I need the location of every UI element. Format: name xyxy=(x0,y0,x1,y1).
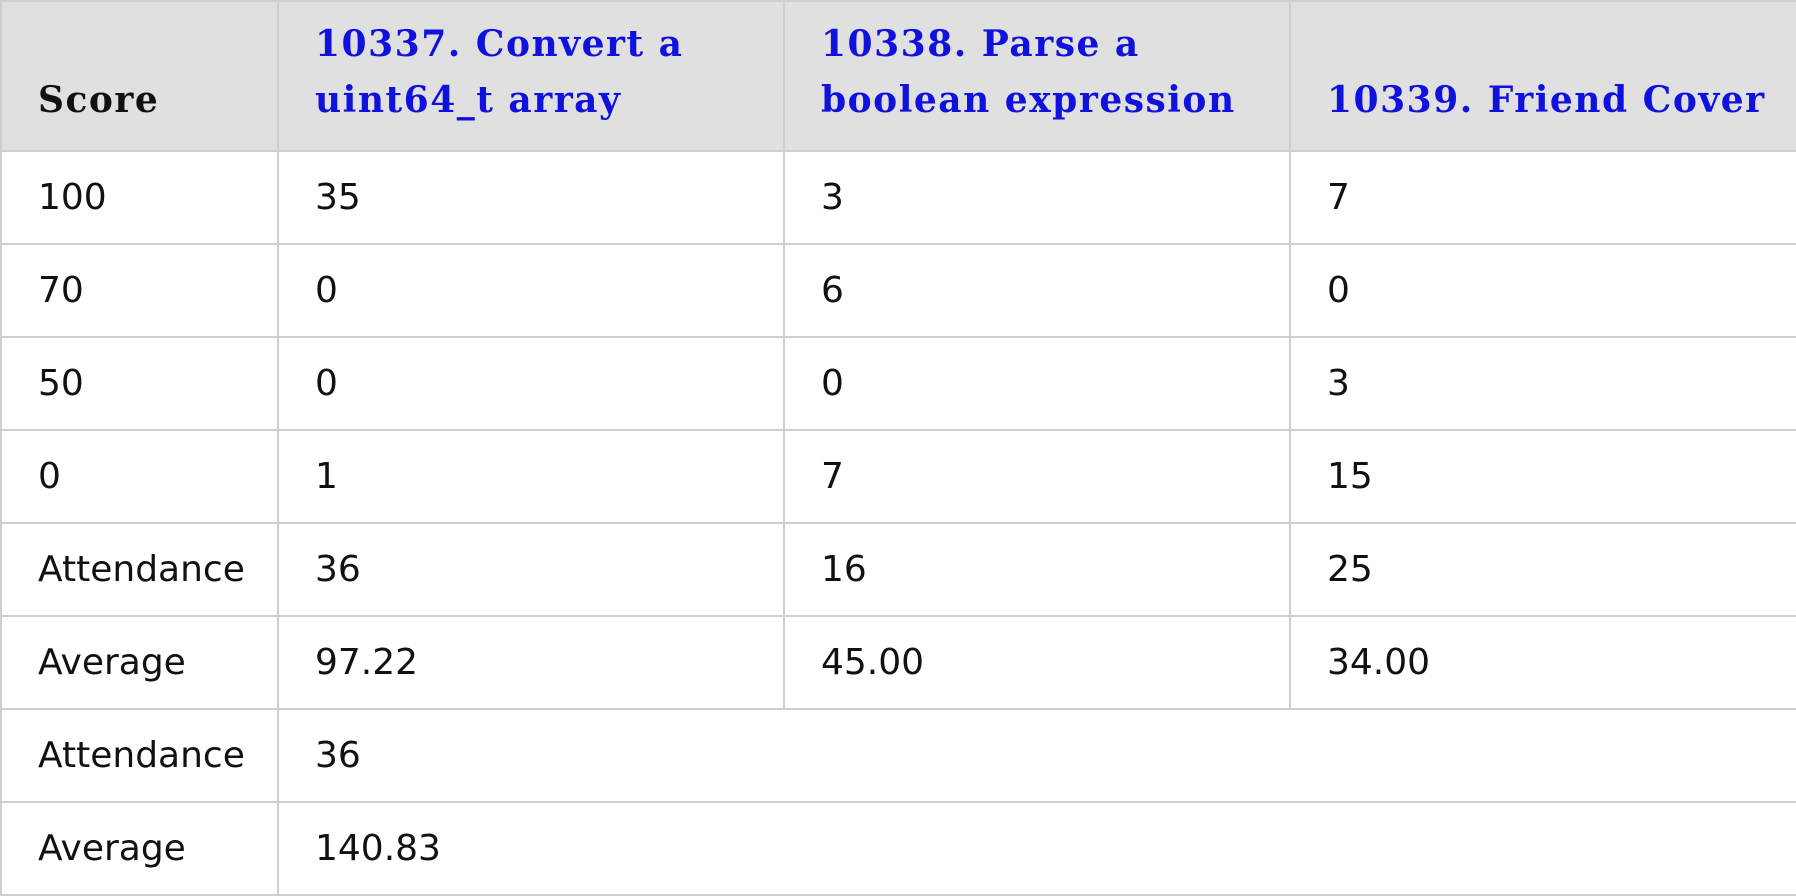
cell-value: 0 xyxy=(277,336,785,431)
summary-value: 36 xyxy=(277,708,1796,803)
cell-value: 34.00 xyxy=(1289,615,1796,710)
summary-label: Attendance xyxy=(0,708,279,803)
cell-value: 3 xyxy=(1289,336,1796,431)
problem-10339-header: 10339. Friend Cover xyxy=(1289,0,1796,152)
cell-value: 35 xyxy=(277,150,785,245)
score-column-header: Score xyxy=(0,0,279,152)
cell-value: 45.00 xyxy=(783,615,1291,710)
problem-10338-link[interactable]: 10338. Parse a boolean expression xyxy=(821,23,1236,121)
cell-value: 3 xyxy=(783,150,1291,245)
cell-value: 0 xyxy=(1289,243,1796,338)
row-label: Attendance xyxy=(0,522,279,617)
row-label: 50 xyxy=(0,336,279,431)
cell-value: 6 xyxy=(783,243,1291,338)
cell-value: 16 xyxy=(783,522,1291,617)
summary-row-attendance: Attendance 36 xyxy=(0,708,1796,803)
cell-value: 1 xyxy=(277,429,785,524)
summary-label: Average xyxy=(0,801,279,896)
row-label: Average xyxy=(0,615,279,710)
cell-value: 15 xyxy=(1289,429,1796,524)
cell-value: 25 xyxy=(1289,522,1796,617)
cell-value: 7 xyxy=(783,429,1291,524)
cell-value: 0 xyxy=(783,336,1291,431)
problem-10338-header: 10338. Parse a boolean expression xyxy=(783,0,1291,152)
problem-10338-title-line2: boolean expression xyxy=(821,79,1236,121)
problem-10339-link[interactable]: 10339. Friend Cover xyxy=(1327,79,1766,121)
cell-value: 0 xyxy=(277,243,785,338)
table-row-score-0: 0 1 7 15 xyxy=(0,429,1796,524)
table-row-average: Average 97.22 45.00 34.00 xyxy=(0,615,1796,710)
summary-value: 140.83 xyxy=(277,801,1796,896)
problem-10338-title-line1: 10338. Parse a xyxy=(821,23,1140,65)
cell-value: 36 xyxy=(277,522,785,617)
table-row-score-50: 50 0 0 3 xyxy=(0,336,1796,431)
row-label: 100 xyxy=(0,150,279,245)
table-row-score-100: 100 35 3 7 xyxy=(0,150,1796,245)
row-label: 70 xyxy=(0,243,279,338)
table-header: Score 10337. Convert a uint64_t array 10… xyxy=(0,0,1796,152)
table-row-attendance: Attendance 36 16 25 xyxy=(0,522,1796,617)
problem-10337-title-line1: 10337. Convert a xyxy=(315,23,684,65)
problem-10337-link[interactable]: 10337. Convert a uint64_t array xyxy=(315,23,683,121)
table-body: 100 35 3 7 70 0 6 0 50 0 0 3 0 1 7 15 At… xyxy=(0,150,1796,896)
table-row-score-70: 70 0 6 0 xyxy=(0,243,1796,338)
header-row: Score 10337. Convert a uint64_t array 10… xyxy=(0,0,1796,152)
cell-value: 7 xyxy=(1289,150,1796,245)
row-label: 0 xyxy=(0,429,279,524)
problem-10337-header: 10337. Convert a uint64_t array xyxy=(277,0,785,152)
cell-value: 97.22 xyxy=(277,615,785,710)
score-table: Score 10337. Convert a uint64_t array 10… xyxy=(0,0,1796,896)
summary-row-average: Average 140.83 xyxy=(0,801,1796,896)
problem-10339-title: 10339. Friend Cover xyxy=(1327,79,1766,121)
problem-10337-title-line2: uint64_t array xyxy=(315,79,622,121)
